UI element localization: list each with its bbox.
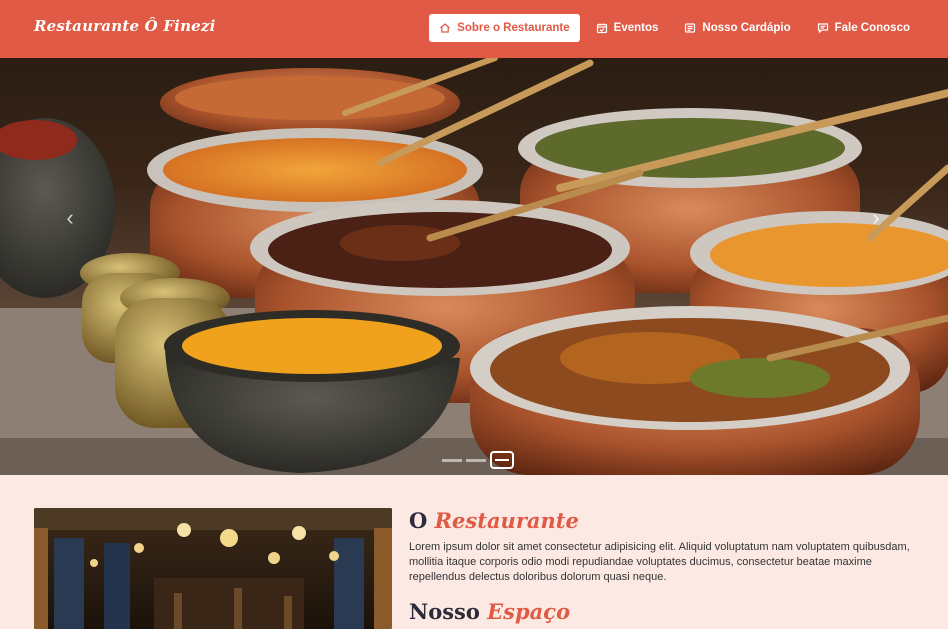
about-description: Lorem ipsum dolor sit amet consectetur a… bbox=[409, 541, 910, 583]
nav-nosso-cardapio[interactable]: Nosso Cardápio bbox=[674, 14, 800, 42]
about-section: O Restaurante Lorem ipsum dolor sit amet… bbox=[0, 475, 948, 629]
home-icon bbox=[440, 23, 451, 33]
food-photo bbox=[0, 58, 948, 475]
space-title-part1: Nosso bbox=[409, 599, 480, 624]
carousel-indicator-3[interactable] bbox=[490, 451, 514, 469]
carousel-indicator-1[interactable] bbox=[442, 458, 462, 462]
about-title-part2: Restaurante bbox=[434, 508, 579, 533]
nav-label: Fale Conosco bbox=[834, 22, 910, 34]
calendar-icon bbox=[596, 23, 607, 34]
hero-carousel: ‹ › bbox=[0, 58, 948, 475]
nav-label: Sobre o Restaurante bbox=[457, 22, 570, 34]
nav-label: Nosso Cardápio bbox=[702, 22, 791, 34]
restaurant-interior-photo bbox=[34, 508, 392, 629]
nav-eventos[interactable]: Eventos bbox=[586, 14, 669, 42]
brand-logo[interactable]: Restaurante Ô Finezi bbox=[34, 17, 216, 35]
main-nav: Sobre o Restaurante Eventos Nosso Cardáp… bbox=[429, 14, 920, 42]
navbar: Restaurante Ô Finezi Sobre o Restaurante… bbox=[0, 0, 948, 58]
about-title-part1: O bbox=[409, 508, 428, 533]
carousel-prev-arrow-icon[interactable]: ‹ bbox=[60, 207, 80, 229]
space-title: Nosso Espaço bbox=[409, 599, 570, 624]
menu-card-icon bbox=[685, 23, 696, 33]
chat-icon bbox=[817, 23, 828, 34]
nav-fale-conosco[interactable]: Fale Conosco bbox=[807, 14, 920, 42]
carousel-next-arrow-icon[interactable]: › bbox=[866, 207, 886, 229]
about-title: O Restaurante bbox=[409, 508, 579, 533]
space-title-part2: Espaço bbox=[487, 599, 571, 624]
nav-label: Eventos bbox=[613, 22, 659, 34]
carousel-indicator-2[interactable] bbox=[466, 458, 486, 462]
nav-sobre-restaurante[interactable]: Sobre o Restaurante bbox=[429, 14, 580, 42]
carousel-indicators bbox=[442, 451, 514, 469]
